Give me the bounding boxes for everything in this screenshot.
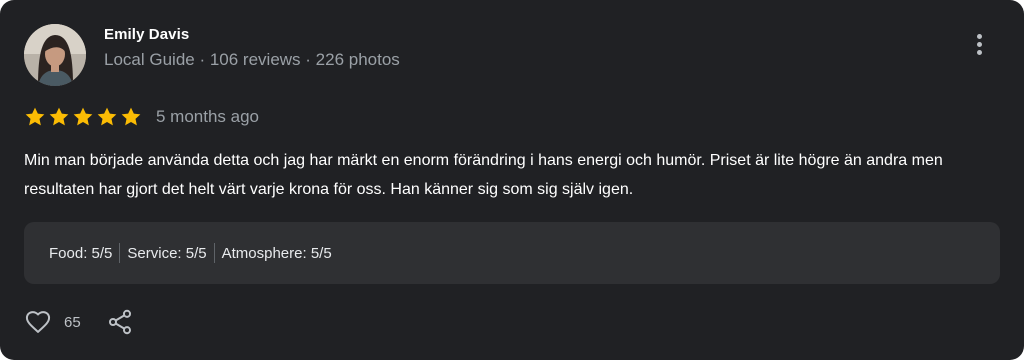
subrating-atmosphere: Atmosphere: 5/5 — [221, 244, 332, 262]
subrating-food: Food: 5/5 — [49, 244, 113, 262]
reviewer-avatar[interactable] — [24, 24, 86, 86]
star-icon — [121, 107, 141, 126]
more-vert-icon-dot — [977, 50, 982, 55]
like-count: 65 — [64, 314, 81, 331]
star-icon — [97, 107, 117, 126]
share-button[interactable] — [106, 308, 134, 336]
star-icon — [49, 107, 69, 126]
more-options-button[interactable] — [964, 28, 996, 60]
more-vert-icon — [977, 34, 982, 39]
review-time: 5 months ago — [156, 107, 260, 126]
heart-icon — [25, 311, 51, 333]
star-icon — [25, 107, 45, 126]
reviewer-meta: Local Guide · 106 reviews · 226 photos — [104, 50, 400, 69]
reviewer-name[interactable]: Emily Davis — [104, 26, 189, 43]
star-rating — [24, 106, 142, 130]
more-vert-icon-dot — [977, 42, 982, 47]
subrating-service: Service: 5/5 — [127, 244, 207, 262]
review-card: Emily Davis Local Guide · 106 reviews · … — [0, 0, 1024, 360]
divider — [119, 243, 121, 263]
avatar-image — [24, 24, 86, 86]
star-icon — [73, 107, 93, 126]
share-icon — [108, 309, 132, 335]
subratings-panel: Food: 5/5 Service: 5/5 Atmosphere: 5/5 — [24, 222, 1000, 284]
like-button[interactable] — [24, 308, 52, 336]
divider — [213, 243, 215, 263]
review-text: Min man började använda detta och jag ha… — [24, 152, 943, 198]
